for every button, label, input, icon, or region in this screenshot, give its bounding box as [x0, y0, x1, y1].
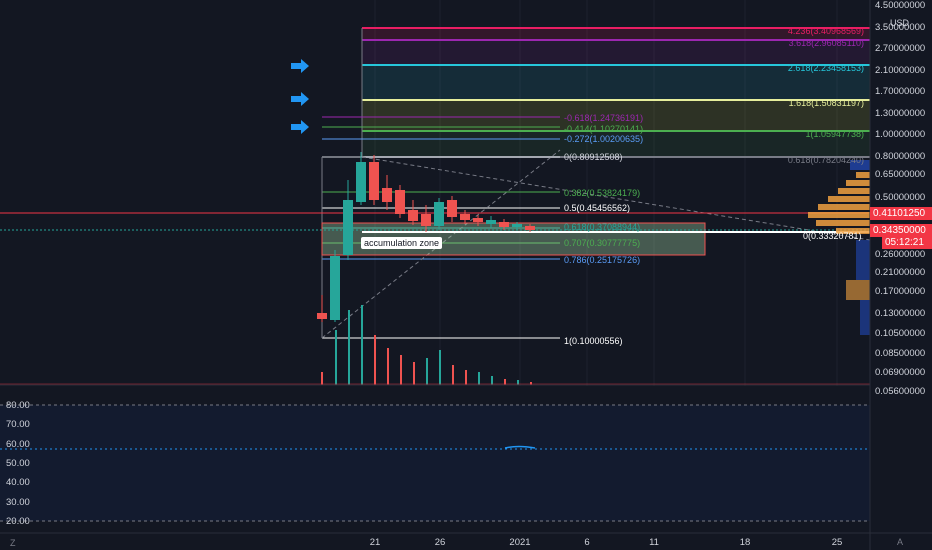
- price-axis-label: 0.26000000: [875, 249, 925, 260]
- chart-canvas[interactable]: 4.500000003.500000002.700000002.10000000…: [0, 0, 932, 550]
- price-axis-label: 0.21000000: [875, 267, 925, 278]
- scale-auto-toggle[interactable]: A: [897, 537, 903, 547]
- price-axis-label: 0.10500000: [875, 328, 925, 339]
- oscillator-axis-label: 20.00: [6, 516, 30, 527]
- price-axis-label: 2.70000000: [875, 43, 925, 54]
- price-axis-label: 1.70000000: [875, 86, 925, 97]
- fib-extension-label: 1.618(1.50831197): [789, 98, 864, 108]
- accumulation-zone-label[interactable]: accumulation zone: [361, 237, 443, 249]
- price-axis-label: 0.65000000: [875, 169, 925, 180]
- price-axis-label: 1.00000000: [875, 129, 925, 140]
- price-axis-label: 0.08500000: [875, 348, 925, 359]
- price-axis-label: 0.50000000: [875, 192, 925, 203]
- fib-retracement-label: 0.786(0.25175726): [564, 255, 640, 265]
- price-axis-label: 0.05600000: [875, 386, 925, 397]
- price-axis-label: 4.50000000: [875, 0, 925, 11]
- fib-retracement-label: 0.382(0.53824179): [564, 188, 640, 198]
- oscillator-axis-label: 80.00: [6, 400, 30, 411]
- time-axis-label: 6: [584, 537, 589, 548]
- current-price-tag: 0.41101250: [870, 207, 932, 220]
- right-arrow-icon: [291, 120, 309, 134]
- arrow-markers[interactable]: [291, 59, 309, 134]
- time-axis-label: 2021: [509, 537, 530, 548]
- price-axis-label: 2.10000000: [875, 65, 925, 76]
- time-axis-label: 18: [740, 537, 751, 548]
- fib-retracement-label: 0(0.33320781): [803, 231, 862, 241]
- oscillator-axis-label: 30.00: [6, 497, 30, 508]
- oscillator-axis-label: 40.00: [6, 477, 30, 488]
- fib-retracement-label: -0.414(1.10270141): [564, 124, 643, 134]
- fib-retracement-label: 0.618(0.37088944): [564, 222, 640, 232]
- time-axis-label: 11: [649, 537, 659, 548]
- oscillator-axis-label: 70.00: [6, 419, 30, 430]
- volume-profile: [808, 160, 870, 335]
- fib-extension-label: 4.236(3.40968569): [788, 26, 864, 36]
- price-axis-label: 0.17000000: [875, 286, 925, 297]
- fib-extension-label: 1(1.05947738): [805, 129, 864, 139]
- price-axis-label: 0.80000000: [875, 151, 925, 162]
- price-axis-label: 1.30000000: [875, 108, 925, 119]
- time-axis-label: 25: [832, 537, 843, 548]
- fib-extension-label: 3.618(2.96085110): [789, 38, 864, 48]
- fib-extension-label: 2.618(2.23458153): [788, 63, 864, 73]
- time-axis-label: 26: [435, 537, 446, 548]
- fib-extension-label: 0.618(0.78204240): [788, 155, 864, 165]
- time-axis-label: 21: [370, 537, 381, 548]
- volume-bars: [321, 305, 532, 385]
- right-arrow-icon: [291, 59, 309, 73]
- oscillator-axis-label: 60.00: [6, 439, 30, 450]
- right-arrow-icon: [291, 92, 309, 106]
- price-axis-label: 0.13000000: [875, 308, 925, 319]
- oscillator-axis-label: 50.00: [6, 458, 30, 469]
- fib-retracement-label: 0.5(0.45456562): [564, 203, 630, 213]
- fib-retracement-label: 0(0.80912508): [564, 152, 623, 162]
- countdown-tag: 05:12:21: [882, 236, 932, 249]
- scale-left-toggle[interactable]: Z: [10, 538, 16, 548]
- price-axis-label: 0.06900000: [875, 367, 925, 378]
- fib-retracement-label: -0.618(1.24736191): [564, 113, 643, 123]
- currency-label: USD: [890, 18, 910, 28]
- fib-retracement-label: 0.707(0.30777775): [564, 238, 640, 248]
- fib-retracement-label: 1(0.10000556): [564, 336, 623, 346]
- fib-retracement-label: -0.272(1.00200635): [564, 134, 643, 144]
